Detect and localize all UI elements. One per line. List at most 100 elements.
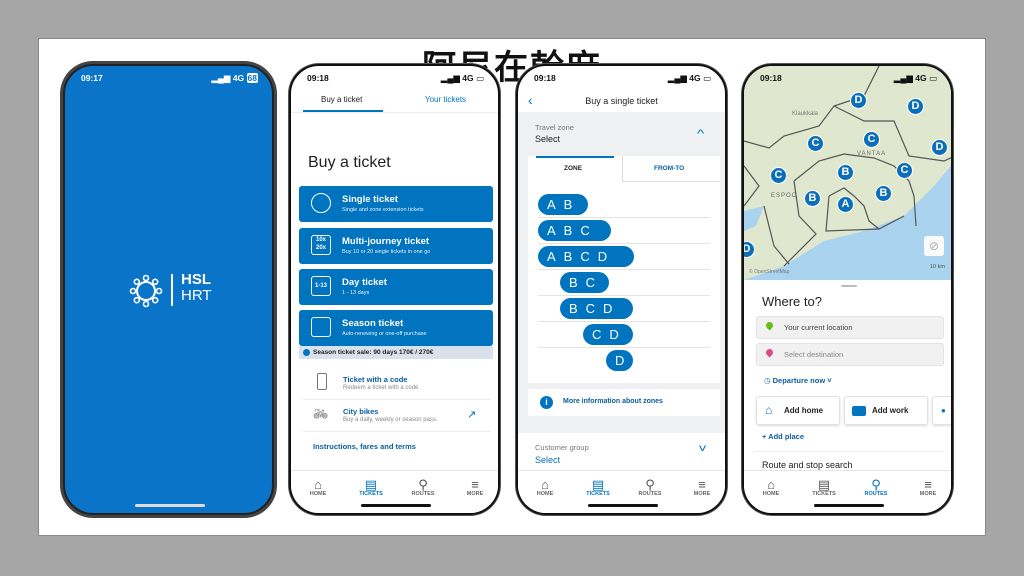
sheet-handle[interactable] <box>841 285 857 287</box>
single-ticket-button[interactable]: Single ticket Single and zone extension t… <box>299 186 493 222</box>
zone-option-bc[interactable]: BC <box>560 272 609 293</box>
menu-icon: ≡ <box>698 477 706 492</box>
destination-pin-icon <box>764 347 775 358</box>
map-zone-b: B <box>837 164 854 181</box>
nav-home[interactable]: ⌂ HOME <box>751 477 791 497</box>
zone-divider <box>538 269 710 270</box>
origin-pin-icon <box>764 320 775 331</box>
tickets-icon: ▤ <box>817 477 831 492</box>
zone-option-d[interactable]: D <box>606 350 633 371</box>
info-icon: i <box>540 396 553 409</box>
zone-option-bcd[interactable]: BCD <box>560 298 633 319</box>
map-label-klaukkala: Klaukkala <box>792 111 819 117</box>
menu-icon: ≡ <box>471 477 479 492</box>
clock-icon <box>311 193 331 213</box>
tickets-icon: ▤ <box>591 477 605 492</box>
nav-routes[interactable]: ⚲ ROUTES <box>403 477 443 497</box>
origin-input[interactable]: Your current location <box>756 316 944 339</box>
chevron-up-icon[interactable]: ^ <box>697 128 704 140</box>
routes-icon: ⚲ <box>871 477 881 492</box>
home-icon: ⌂ <box>765 403 773 417</box>
nav-routes[interactable]: ⚲ ROUTES <box>856 477 896 497</box>
nav-label: HOME <box>536 491 554 497</box>
add-place-shortcut-button[interactable]: ● <box>932 396 951 425</box>
city-bikes-sub: Buy a daily, weekly or season pass. <box>343 417 438 423</box>
tab-zone[interactable]: ZONE <box>564 165 582 172</box>
bottom-nav: ⌂ HOME ▤ TICKETS ⚲ ROUTES ≡ MORE <box>291 470 498 513</box>
zone-option-abc[interactable]: ABC <box>538 220 611 241</box>
zone-divider <box>538 321 710 322</box>
season-sale-notice: Season ticket sale: 90 days 170€ / 270€ <box>299 346 493 359</box>
calendar-icon <box>311 317 331 337</box>
nav-label: TICKETS <box>812 491 836 497</box>
day-ticket-button[interactable]: 1-13 Day ticket 1 - 13 days <box>299 269 493 305</box>
phone-buy-ticket: 09:18 ▂▄▆ 4G ▭ Buy a ticket Your tickets … <box>289 64 500 515</box>
multi-journey-ticket-button[interactable]: 10x 20x Multi-journey ticket Buy 10 or 20 … <box>299 228 493 264</box>
nav-home[interactable]: ⌂ HOME <box>298 477 338 497</box>
status-time: 09:17 <box>81 73 103 83</box>
tab-buy-ticket[interactable]: Buy a ticket <box>321 95 362 104</box>
zone-map[interactable]: Klaukkala VANTAA ESPOO DDDCCCCBBBAD © Op… <box>744 66 951 280</box>
divider <box>754 451 944 452</box>
page-title: Buy a single ticket <box>585 96 658 106</box>
zone-option-abcd[interactable]: ABCD <box>538 246 634 267</box>
nav-home[interactable]: ⌂ HOME <box>525 477 565 497</box>
multi-ticket-icon: 10x 20x <box>311 235 331 255</box>
logo-divider <box>171 274 173 306</box>
hsl-logo-text: HSL HRT <box>181 271 212 304</box>
tab-underline <box>536 156 614 158</box>
status-icons: ▂▄▆ 4G 68 <box>211 73 258 83</box>
zone-option-ab[interactable]: AB <box>538 194 588 215</box>
season-ticket-button[interactable]: Season ticket Auto-renewing or one-off pu… <box>299 310 493 346</box>
map-zone-d: D <box>850 92 867 109</box>
tab-your-tickets[interactable]: Your tickets <box>425 95 466 104</box>
customer-group-select[interactable]: Customer group Select v <box>518 433 725 470</box>
nav-tickets[interactable]: ▤ TICKETS <box>804 477 844 497</box>
map-zone-c: C <box>770 167 787 184</box>
nav-more[interactable]: ≡ MORE <box>682 477 722 497</box>
zone-divider <box>538 243 710 244</box>
pin-icon: ● <box>941 406 946 415</box>
bottom-nav: ⌂ HOME ▤ TICKETS ⚲ ROUTES ≡ MORE <box>518 470 725 513</box>
briefcase-icon <box>852 406 866 416</box>
home-icon: ⌂ <box>767 477 775 492</box>
departure-time-dropdown[interactable]: ◷ Departure now ˅ <box>764 376 832 385</box>
add-home-button[interactable]: ⌂ Add home <box>756 396 840 425</box>
tab-divider <box>291 112 498 113</box>
routes-icon: ⚲ <box>418 477 428 492</box>
home-indicator <box>361 504 431 507</box>
city-bikes-link[interactable]: City bikes <box>343 407 378 416</box>
page-title: Buy a ticket <box>308 154 391 171</box>
nav-more[interactable]: ≡ MORE <box>455 477 495 497</box>
external-link-icon[interactable]: ↗ <box>467 408 476 421</box>
menu-icon: ≡ <box>924 477 932 492</box>
add-place-link[interactable]: + Add place <box>762 432 804 441</box>
status-bar: 09:18 ▂▄▆ 4G ▭ <box>307 73 484 83</box>
destination-input[interactable]: Select destination <box>756 343 944 366</box>
nav-tickets[interactable]: ▤ TICKETS <box>578 477 618 497</box>
phone-routes: Klaukkala VANTAA ESPOO DDDCCCCBBBAD © Op… <box>742 64 953 515</box>
instructions-link[interactable]: Instructions, fares and terms <box>313 442 416 451</box>
zone-option-cd[interactable]: CD <box>583 324 633 345</box>
add-work-button[interactable]: Add work <box>844 396 928 425</box>
nav-more[interactable]: ≡ MORE <box>908 477 948 497</box>
nav-label: ROUTES <box>638 491 662 497</box>
map-label-vantaa: VANTAA <box>857 151 887 157</box>
nav-tickets[interactable]: ▤ TICKETS <box>351 477 391 497</box>
ticket-with-code-link[interactable]: Ticket with a code <box>343 375 407 384</box>
status-bar: 09:18 ▂▄▆ 4G ▭ <box>534 73 711 83</box>
ticket-with-code-sub: Redeem a ticket with a code <box>343 385 419 391</box>
nav-label: ROUTES <box>864 491 888 497</box>
nav-label: HOME <box>762 491 780 497</box>
phone-single-ticket: 09:18 ▂▄▆ 4G ▭ ‹ Buy a single ticket Trav… <box>516 64 727 515</box>
info-icon <box>303 349 310 356</box>
map-attribution[interactable]: © OpenStreetMap <box>749 269 789 275</box>
nav-routes[interactable]: ⚲ ROUTES <box>630 477 670 497</box>
compass-off-icon[interactable]: ⊘ <box>924 236 944 256</box>
map-zone-d: D <box>907 98 924 115</box>
tab-from-to[interactable]: FROM-TO <box>654 165 684 172</box>
more-info-zones-link[interactable]: i More information about zones <box>528 389 720 416</box>
travel-zone-value[interactable]: Select <box>535 134 560 144</box>
status-bar: 09:17 ▂▄▆ 4G 68 <box>81 73 258 85</box>
map-scale: 10 km <box>930 264 945 270</box>
